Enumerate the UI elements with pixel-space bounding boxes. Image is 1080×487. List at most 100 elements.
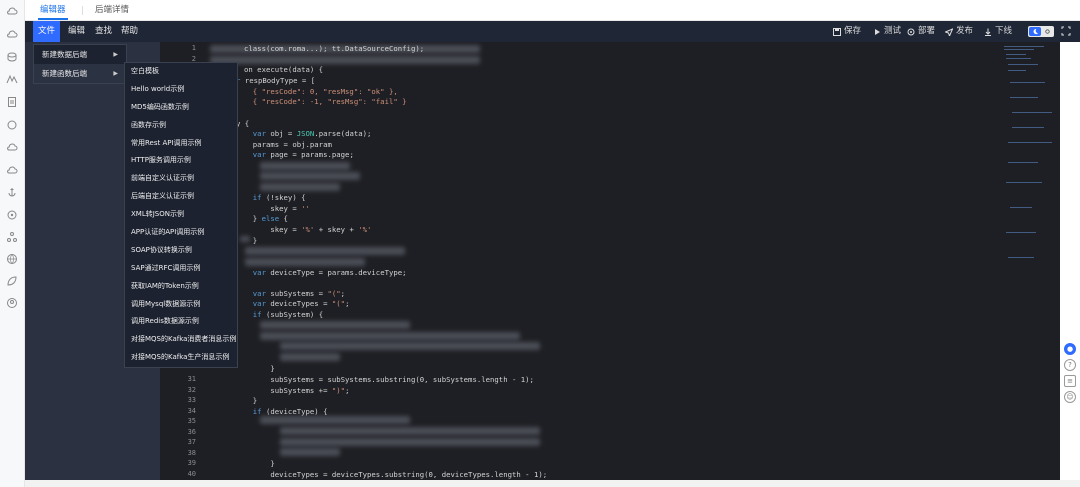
document-icon[interactable] — [4, 95, 20, 109]
test-label: 测试 — [884, 26, 902, 36]
redacted-block — [280, 427, 540, 435]
redacted-block — [280, 438, 540, 446]
editor-menubar: 文件 编辑 查找 帮助 保存 测试 部署 发布 下线 — [25, 21, 1080, 42]
code-token: ")" — [331, 385, 346, 395]
minimap-line — [1012, 112, 1052, 113]
minimap-line — [1004, 49, 1034, 50]
cloud-outline-icon[interactable] — [4, 118, 20, 132]
cloud-icon[interactable] — [4, 163, 20, 177]
submenu-item[interactable]: 调用Mysql数据源示例 — [125, 296, 237, 314]
code-line: { "resCode": -1, "resMsg": "fail" } — [244, 97, 407, 106]
code-token: obj = — [265, 129, 297, 139]
redacted-block — [280, 342, 540, 350]
menu-edit[interactable]: 编辑 — [63, 21, 90, 42]
theme-toggle[interactable] — [1028, 26, 1054, 37]
submenu-item[interactable]: SOAP协议转换示例 — [125, 242, 237, 260]
menu-find[interactable]: 查找 — [90, 21, 117, 42]
code-line: subSystems += ")"; — [244, 386, 349, 395]
user-circle-icon[interactable] — [4, 296, 20, 310]
code-token: subSystems += — [244, 385, 332, 395]
submenu-item[interactable]: MD5编码函数示例 — [125, 99, 237, 117]
save-button[interactable]: 保存 — [833, 21, 861, 42]
left-nav-rail — [0, 0, 25, 487]
submenu-item[interactable]: APP认证的API调用示例 — [125, 224, 237, 242]
minimap-line — [1008, 142, 1052, 143]
deploy-button[interactable]: 部署 — [907, 21, 935, 42]
sun-icon — [1043, 27, 1052, 36]
floating-action-bar: ● ? ≡ ☺ — [1064, 343, 1078, 413]
minimap-line — [1006, 54, 1026, 55]
save-icon — [833, 27, 841, 36]
tab-backend-details[interactable]: 后端详情 — [95, 0, 129, 20]
code-token: + skey + — [314, 224, 359, 234]
minimap-line — [1008, 64, 1038, 65]
code-line: { "resCode": 0, "resMsg": "ok" }, — [244, 87, 398, 96]
database-icon[interactable] — [4, 50, 20, 64]
code-token: else — [261, 214, 280, 224]
submenu-item[interactable]: 函数存示例 — [125, 117, 237, 135]
submenu-item[interactable]: 前端自定义认证示例 — [125, 170, 237, 188]
submenu-item[interactable]: SAP通过RFC调用示例 — [125, 260, 237, 278]
minimap-line — [1012, 127, 1044, 128]
offline-button[interactable]: 下线 — [984, 21, 1012, 42]
anchor-icon[interactable] — [4, 185, 20, 199]
network-icon[interactable] — [4, 230, 20, 244]
leaf-icon[interactable] — [4, 274, 20, 288]
submenu-item[interactable]: HTTP服务调用示例 — [125, 152, 237, 170]
code-line: var deviceTypes = "("; — [244, 299, 350, 309]
feedback-icon[interactable]: ☺ — [1064, 391, 1076, 403]
cloud-icon[interactable] — [4, 140, 20, 154]
code-line: var obj = JSON.parse(data); — [244, 129, 372, 139]
menu-file[interactable]: 文件 — [33, 21, 61, 42]
tab-divider — [82, 6, 83, 15]
menu-new-function-backend[interactable]: 新建函数后端 ▶ — [34, 64, 126, 83]
code-editor[interactable]: 1 2 31 32 33 34 35 36 37 38 39 40 41 cla… — [160, 42, 1060, 480]
code-minimap[interactable] — [1000, 42, 1060, 480]
code-token: deviceType = params.deviceType; — [265, 267, 407, 277]
test-button[interactable]: 测试 — [873, 21, 901, 42]
menu-new-data-backend[interactable]: 新建数据后端 ▶ — [34, 45, 126, 64]
submenu-item[interactable]: 获取IAM的Token示例 — [125, 278, 237, 296]
submenu-item[interactable]: 对接MQS的Kafka生产消息示例 — [125, 349, 237, 367]
circle-icon[interactable] — [4, 208, 20, 222]
code-token: (deviceType) { — [261, 406, 328, 416]
publish-button[interactable]: 发布 — [945, 21, 973, 42]
cloud-icon[interactable] — [4, 4, 20, 18]
line-number: 38 — [187, 448, 196, 457]
submenu-item[interactable]: 调用Redis数据源示例 — [125, 313, 237, 331]
redacted-block — [260, 416, 410, 424]
submenu-item[interactable]: XML转JSON示例 — [125, 206, 237, 224]
fullscreen-icon[interactable] — [1061, 26, 1071, 36]
cloud-icon[interactable] — [4, 27, 20, 41]
bottom-scroll-strip[interactable] — [25, 480, 1080, 487]
redacted-block — [245, 247, 405, 255]
code-line: if (!skey) { — [244, 193, 306, 202]
submenu-item[interactable]: 后端自定义认证示例 — [125, 188, 237, 206]
code-token: '%' — [358, 224, 372, 234]
submenu-item[interactable]: Hello world示例 — [125, 81, 237, 99]
code-token: var — [244, 150, 266, 160]
submenu-item[interactable]: 对接MQS的Kafka消费者消息示例 — [125, 331, 237, 349]
save-label: 保存 — [844, 26, 862, 36]
code-token: ; — [345, 299, 350, 309]
globe-icon[interactable] — [4, 252, 20, 266]
code-line: deviceTypes = deviceTypes.substring(0, d… — [244, 469, 548, 479]
document-icon[interactable]: ≡ — [1064, 375, 1076, 387]
chart-icon[interactable] — [4, 72, 20, 86]
minimap-line — [1008, 70, 1026, 71]
line-number: 37 — [187, 438, 196, 446]
submenu-item[interactable]: 常用Rest API调用示例 — [125, 135, 237, 153]
code-token: (subSystem) { — [261, 310, 324, 319]
menu-help[interactable]: 帮助 — [116, 21, 143, 42]
code-line: } — [244, 235, 258, 245]
redacted-block — [245, 258, 365, 266]
redacted-block — [260, 183, 340, 191]
menu-item-label: 新建数据后端 — [42, 50, 87, 59]
submenu-item[interactable]: 空白模板 — [125, 63, 237, 81]
assistant-icon[interactable]: ● — [1064, 343, 1076, 355]
code-line: var page = params.page; — [244, 150, 354, 159]
help-icon[interactable]: ? — [1064, 359, 1076, 371]
tab-editor[interactable]: 编辑器 — [38, 0, 68, 20]
code-line: if (deviceType) { — [244, 406, 328, 416]
redacted-block — [260, 172, 360, 180]
